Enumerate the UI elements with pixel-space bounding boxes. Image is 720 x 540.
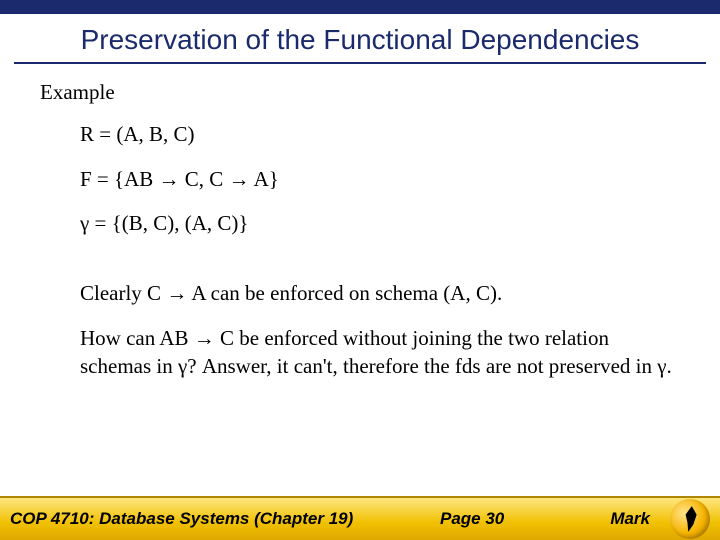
line-clearly: Clearly C → A can be enforced on schema … xyxy=(80,279,680,307)
slide: Preservation of the Functional Dependenc… xyxy=(0,0,720,540)
title-underline xyxy=(14,62,706,64)
line-f: F = {AB → C, C → A} xyxy=(80,165,680,193)
example-label: Example xyxy=(40,78,680,106)
pegasus-icon xyxy=(678,505,701,534)
slide-title: Preservation of the Functional Dependenc… xyxy=(0,14,720,62)
footer-page: Page 30 xyxy=(440,509,504,529)
footer-bar: COP 4710: Database Systems (Chapter 19) … xyxy=(0,496,720,540)
slide-body: Example R = (A, B, C) F = {AB → C, C → A… xyxy=(0,78,720,380)
line-gamma: γ = {(B, C), (A, C)} xyxy=(80,209,680,237)
line-how: How can AB → C be enforced without joini… xyxy=(80,324,680,381)
ucf-logo-icon xyxy=(670,499,710,539)
line-r: R = (A, B, C) xyxy=(80,120,680,148)
spacer xyxy=(40,253,680,279)
footer-author: Mark xyxy=(610,509,650,529)
footer-course: COP 4710: Database Systems (Chapter 19) xyxy=(0,509,353,529)
